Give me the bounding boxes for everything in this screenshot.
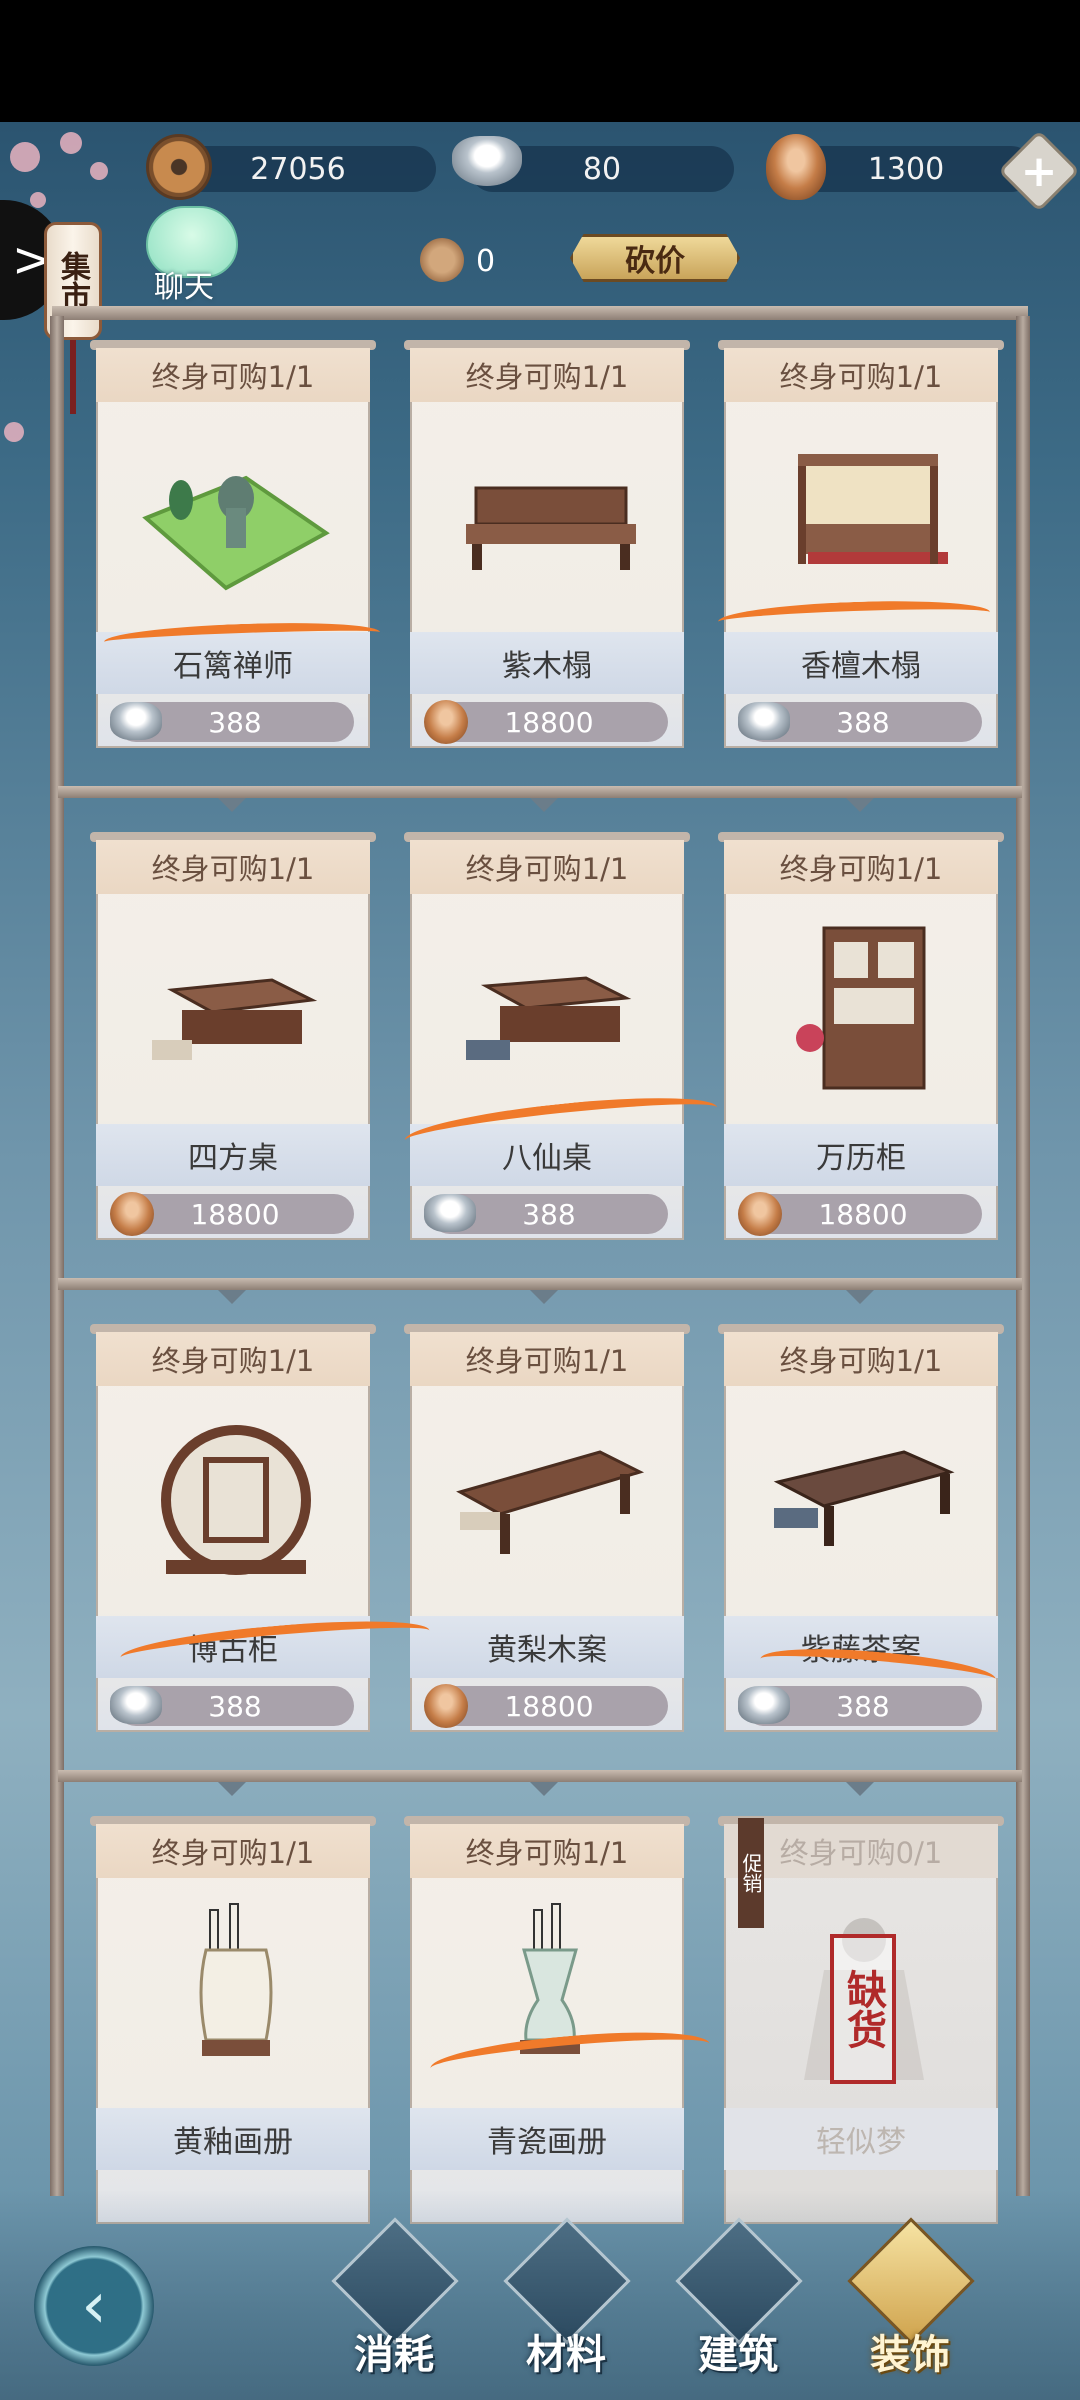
canopy-bed-icon [798, 454, 948, 564]
price-tag: 388 [738, 702, 982, 742]
purchase-limit: 终身可购1/1 [96, 348, 370, 402]
writing-desk-icon [456, 1450, 645, 1554]
price-tag: 18800 [424, 1684, 668, 1728]
display-cabinet-icon [796, 926, 926, 1090]
purchase-limit: 终身可购1/1 [96, 840, 370, 894]
tab-consumables[interactable]: 消耗 [324, 2217, 464, 2386]
purchase-limit: 终身可购1/1 [410, 840, 684, 894]
tea-table-icon [773, 1450, 955, 1546]
shop-item-card[interactable]: 终身可购1/1 八仙桌 388 [404, 832, 690, 1240]
shelf-left-post [50, 316, 64, 2196]
item-name: 四方桌 [96, 1124, 370, 1186]
shop-item-card[interactable]: 终身可购1/1 四方桌 18800 [90, 832, 376, 1240]
shelf-beam-2 [58, 1278, 1022, 1290]
item-name: 黄梨木案 [410, 1616, 684, 1678]
silver-ingot-icon [452, 136, 522, 186]
chat-label: 聊天 [154, 270, 214, 305]
shop-item-card[interactable]: 终身可购1/1 青瓷画册 [404, 1816, 690, 2224]
tab-label: 消耗 [354, 2332, 434, 2378]
tab-decorations[interactable]: 装饰 [840, 2217, 980, 2386]
tab-materials[interactable]: 材料 [496, 2217, 636, 2386]
item-name: 紫木榻 [410, 632, 684, 694]
tab-label: 装饰 [870, 2332, 950, 2378]
shop-item-card[interactable]: 终身可购1/1 石篱禅师 388 [90, 340, 376, 748]
eight-immortals-table-icon [466, 976, 632, 1060]
price-tag: 388 [110, 702, 354, 742]
lantern-tassel [70, 340, 76, 414]
tab-label: 建筑 [698, 2332, 778, 2378]
promotion-ribbon: 促销 [738, 1818, 764, 1928]
daybed-icon [466, 486, 636, 570]
price-tag: 388 [110, 1686, 354, 1726]
back-arrow-icon: ‹ [81, 2269, 107, 2343]
purchase-limit: 终身可购1/1 [96, 1824, 370, 1878]
square-table-icon [152, 978, 318, 1060]
copper-coin-icon [146, 134, 212, 200]
purchase-limit: 终身可购1/1 [724, 840, 998, 894]
price-tag: 18800 [424, 700, 668, 744]
shelf-beam-3 [58, 1770, 1022, 1782]
silver-ingot-icon [424, 1194, 476, 1232]
back-button[interactable]: ‹ [34, 2246, 154, 2366]
scroll-vase-icon [199, 1903, 273, 2056]
price-tag: 18800 [738, 1192, 982, 1236]
purchase-limit: 终身可购0/1 [724, 1824, 998, 1878]
silver-ingot-icon [738, 1686, 790, 1724]
shop-item-card[interactable]: 终身可购1/1 万历柜 18800 [718, 832, 1004, 1240]
shop-item-card[interactable]: 终身可购1/1 香檀木榻 388 [718, 340, 1004, 748]
price-tag: 18800 [110, 1192, 354, 1236]
shelf-right-post [1016, 316, 1030, 2196]
shelf-top-beam [52, 306, 1028, 320]
shell-currency-icon [738, 1192, 782, 1236]
tab-buildings[interactable]: 建筑 [668, 2217, 808, 2386]
item-name: 黄釉画册 [96, 2108, 370, 2170]
tab-label: 材料 [526, 2332, 606, 2378]
item-name: 香檀木榻 [724, 632, 998, 694]
bargain-token-count: 0 [476, 244, 496, 279]
item-name: 轻似梦 [724, 2108, 998, 2170]
shell-currency-icon [424, 1684, 468, 1728]
purchase-limit: 终身可购1/1 [96, 1332, 370, 1386]
status-bar [0, 0, 1080, 122]
purchase-limit: 终身可购1/1 [410, 1824, 684, 1878]
round-curio-shelf-icon [161, 1425, 311, 1575]
price-tag: 388 [738, 1686, 982, 1726]
purchase-limit: 终身可购1/1 [410, 348, 684, 402]
silver-ingot-icon [110, 1686, 162, 1724]
shop-item-card[interactable]: 终身可购1/1 博古柜 388 [90, 1324, 376, 1732]
shop-item-card-sold-out[interactable]: 终身可购0/1 促销 缺货 轻似梦 [718, 1816, 1004, 2224]
shell-currency-icon [424, 700, 468, 744]
purchase-limit: 终身可购1/1 [724, 348, 998, 402]
silver-ingot-icon [738, 702, 790, 740]
shop-item-card[interactable]: 终身可购1/1 黄釉画册 [90, 1816, 376, 2224]
shell-currency-icon [110, 1192, 154, 1236]
rock-garden-icon [142, 475, 330, 591]
plus-icon: + [1020, 145, 1058, 197]
item-name: 万历柜 [724, 1124, 998, 1186]
out-of-stock-stamp: 缺货 [830, 1934, 896, 2084]
price-tag: 388 [424, 1194, 668, 1234]
purchase-limit: 终身可购1/1 [410, 1332, 684, 1386]
silver-ingot-icon [110, 702, 162, 740]
item-name: 青瓷画册 [410, 2108, 684, 2170]
shop-item-card[interactable]: 终身可购1/1 黄梨木案 18800 [404, 1324, 690, 1732]
bargain-button[interactable]: 砍价 [570, 234, 740, 282]
purchase-limit: 终身可购1/1 [724, 1332, 998, 1386]
shell-currency-icon [766, 134, 826, 200]
shelf-beam-1 [58, 786, 1022, 798]
shop-item-card[interactable]: 终身可购1/1 紫木榻 18800 [404, 340, 690, 748]
